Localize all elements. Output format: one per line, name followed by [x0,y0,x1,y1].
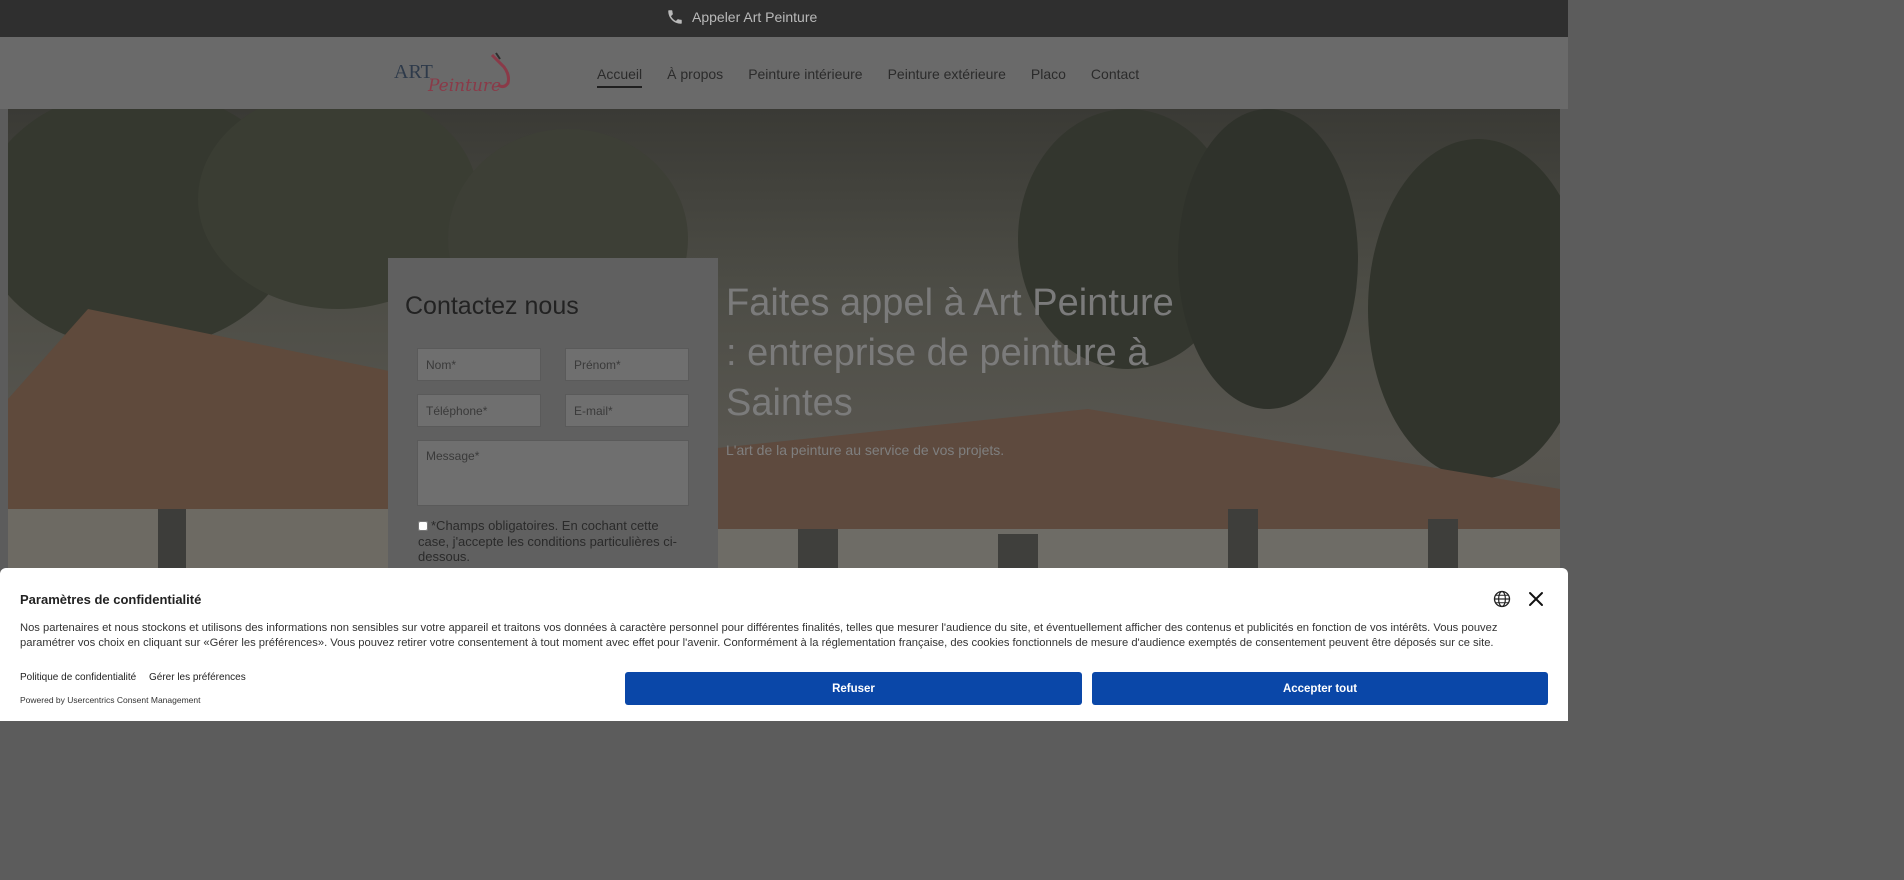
manage-preferences-link[interactable]: Gérer les préférences [149,672,246,683]
call-label: Appeler Art Peinture [692,9,818,25]
prenom-input[interactable] [565,348,689,381]
email-input[interactable] [565,394,689,427]
consent-text: *Champs obligatoires. En cochant cette c… [418,518,677,564]
nav-a-propos[interactable]: À propos [667,66,723,88]
logo-text-main: ART [394,61,433,83]
language-globe-icon[interactable] [1493,590,1511,608]
refuse-button[interactable]: Refuser [625,672,1082,705]
cookie-title: Paramètres de confidentialité [20,592,202,607]
nom-input[interactable] [417,348,541,381]
consent-row: *Champs obligatoires. En cochant cette c… [418,518,688,565]
contact-form-title: Contactez nous [405,292,579,320]
nav-placo[interactable]: Placo [1031,66,1066,88]
nav-peinture-interieure[interactable]: Peinture intérieure [748,66,862,88]
telephone-input[interactable] [417,394,541,427]
message-textarea[interactable] [417,440,689,506]
phone-icon [668,10,682,24]
nav-accueil[interactable]: Accueil [597,66,643,88]
art-peinture-logo[interactable]: ART Peinture [392,51,520,97]
powered-by-text: Powered by Usercentrics Consent Manageme… [20,695,201,705]
consent-checkbox[interactable] [418,521,428,531]
top-bar: Appeler Art Peinture [0,0,1568,37]
site-header: ART Peinture Accueil À propos Peinture i… [0,37,1568,109]
nav-contact[interactable]: Contact [1091,66,1139,88]
nav-peinture-exterieure[interactable]: Peinture extérieure [888,66,1006,88]
cookie-consent-banner: Paramètres de confidentialité Nos parten… [0,568,1568,721]
call-link[interactable]: Appeler Art Peinture [666,8,817,26]
privacy-policy-link[interactable]: Politique de confidentialité [20,672,136,683]
contact-form-card: Contactez nous *Champs obligatoires. En … [388,258,718,598]
close-icon[interactable] [1527,590,1545,608]
main-nav: Accueil À propos Peinture intérieure Pei… [597,66,1164,88]
accept-all-button[interactable]: Accepter tout [1092,672,1548,705]
hero-headline: Faites appel à Art Peinture : entreprise… [726,282,1174,424]
cookie-links: Politique de confidentialité Gérer les p… [20,672,256,683]
hero-tagline: L'art de la peinture au service de vos p… [726,442,1005,458]
logo-text-script: Peinture [427,76,501,96]
cookie-description: Nos partenaires et nous stockons et util… [20,622,1498,649]
